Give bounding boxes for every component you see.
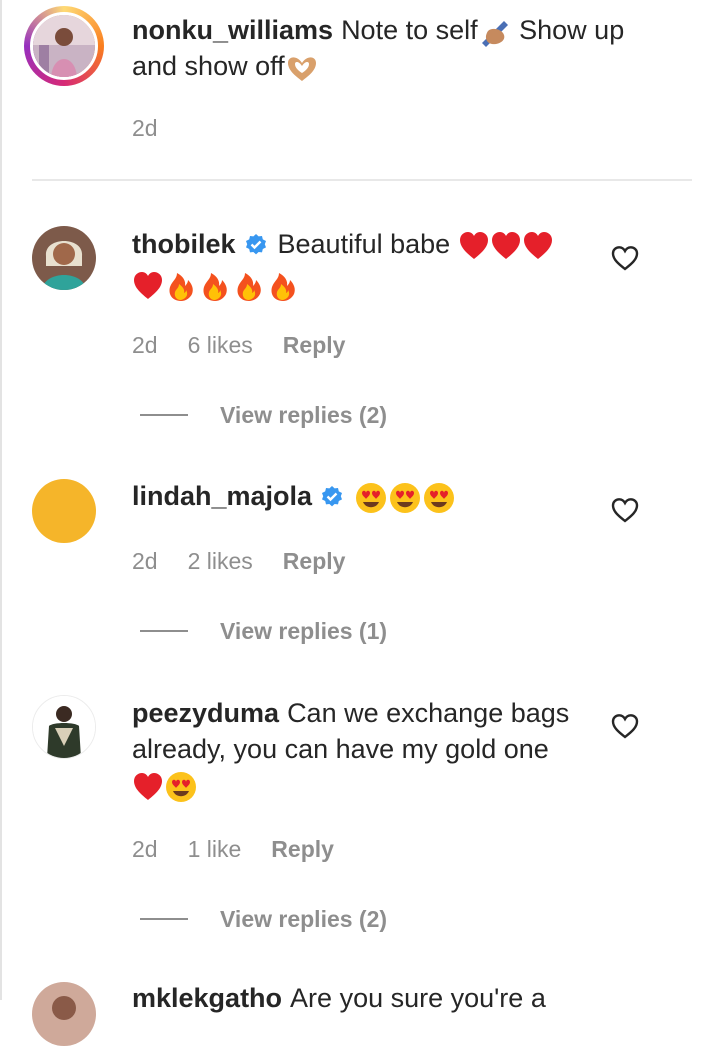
like-heart-icon[interactable] <box>610 244 640 272</box>
avatar[interactable] <box>32 695 96 759</box>
fire-emoji <box>198 270 232 302</box>
view-replies-button[interactable]: View replies (1) <box>220 618 387 645</box>
comment-timestamp: 2d <box>132 548 158 574</box>
comment-username[interactable]: peezyduma <box>132 698 279 728</box>
view-replies-line <box>140 414 188 416</box>
heart-eyes-emoji <box>388 482 422 514</box>
heart-eyes-emoji <box>164 771 198 803</box>
verified-badge-icon <box>244 230 268 266</box>
avatar[interactable] <box>32 982 96 1046</box>
left-edge <box>0 0 2 1000</box>
comment-likes[interactable]: 6 likes <box>188 332 253 358</box>
view-replies-button[interactable]: View replies (2) <box>220 906 387 933</box>
heart-eyes-emoji <box>354 482 388 514</box>
avatar[interactable] <box>32 479 96 543</box>
comment-text: peezyduma Can we exchange bags already, y… <box>132 695 582 803</box>
avatar[interactable] <box>30 12 98 80</box>
fire-emoji <box>266 270 300 302</box>
comment-meta: 2d 2 likes Reply <box>132 548 375 575</box>
heart-hands-emoji <box>285 53 319 83</box>
verified-badge-icon <box>320 482 344 518</box>
red-heart-emoji <box>132 271 164 301</box>
like-heart-icon[interactable] <box>610 496 640 524</box>
comment-body: Beautiful babe <box>277 229 451 259</box>
fire-emoji <box>232 270 266 302</box>
reply-button[interactable]: Reply <box>271 836 334 862</box>
comment-meta: 2d 6 likes Reply <box>132 332 375 359</box>
comment-username[interactable]: thobilek <box>132 229 236 259</box>
comment-timestamp: 2d <box>132 836 158 862</box>
comment-text: mklekgatho Are you sure you're a <box>132 980 582 1016</box>
caption-divider <box>32 179 692 181</box>
view-replies-line <box>140 918 188 920</box>
comment-body: Are you sure you're a <box>290 983 546 1013</box>
caption-text: nonku_williams Note to self Show up and s… <box>132 12 662 84</box>
comment-username[interactable]: lindah_majola <box>132 481 312 511</box>
view-replies-button[interactable]: View replies (2) <box>220 402 387 429</box>
caption-timestamp: 2d <box>132 115 158 141</box>
red-heart-emoji <box>522 231 554 261</box>
comment-text: lindah_majola <box>132 478 582 518</box>
reply-button[interactable]: Reply <box>283 548 346 574</box>
red-heart-emoji <box>132 772 164 802</box>
caption-text-part1: Note to self <box>341 15 478 45</box>
caption-meta: 2d <box>132 115 188 142</box>
heart-eyes-emoji <box>422 482 456 514</box>
writing-hand-emoji <box>478 17 512 47</box>
fire-emoji <box>164 270 198 302</box>
comment-username[interactable]: mklekgatho <box>132 983 282 1013</box>
caption-username[interactable]: nonku_williams <box>132 15 333 45</box>
comment-likes[interactable]: 2 likes <box>188 548 253 574</box>
red-heart-emoji <box>490 231 522 261</box>
like-heart-icon[interactable] <box>610 712 640 740</box>
view-replies-line <box>140 630 188 632</box>
red-heart-emoji <box>458 231 490 261</box>
comment-meta: 2d 1 like Reply <box>132 836 364 863</box>
comment-text: thobilek Beautiful babe <box>132 226 582 302</box>
reply-button[interactable]: Reply <box>283 332 346 358</box>
comment-likes[interactable]: 1 like <box>188 836 242 862</box>
avatar[interactable] <box>32 226 96 290</box>
comment-timestamp: 2d <box>132 332 158 358</box>
